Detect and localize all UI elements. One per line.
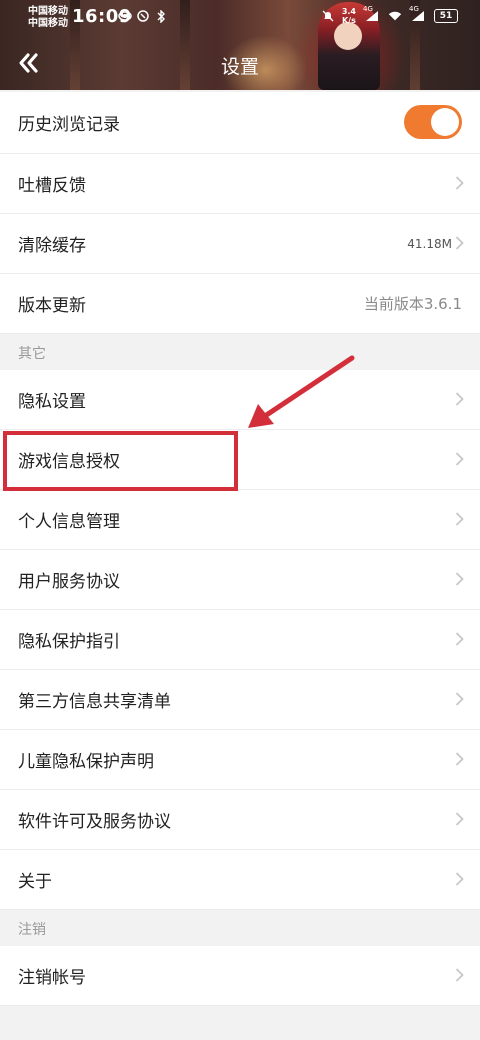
chevron-right-icon xyxy=(455,872,464,886)
net-speed-unit: K/s xyxy=(341,16,356,25)
annotation-highlight-box xyxy=(3,431,238,491)
cache-size-value: 41.18M xyxy=(407,236,452,251)
section-title-logout: 注销 xyxy=(18,922,46,938)
setting-row-user-agreement[interactable]: 用户服务协议 xyxy=(0,550,480,610)
section-title-other: 其它 xyxy=(18,346,46,362)
setting-row-privacy-guide[interactable]: 隐私保护指引 xyxy=(0,610,480,670)
net-speed: 3.4 K/s xyxy=(342,7,356,25)
setting-label-history: 历史浏览记录 xyxy=(18,115,120,135)
setting-row-delete-account[interactable]: 注销帐号 xyxy=(0,946,480,1006)
chevron-right-icon xyxy=(455,512,464,526)
setting-label: 注销帐号 xyxy=(18,968,86,988)
net-speed-value: 3.4 xyxy=(341,7,356,16)
nav-bar: 设置 xyxy=(0,44,480,84)
net-label-2: 4G xyxy=(409,5,419,13)
wifi-icon xyxy=(388,9,402,23)
eye-icon xyxy=(118,9,132,23)
setting-row-about[interactable]: 关于 xyxy=(0,850,480,910)
setting-label-feedback: 吐槽反馈 xyxy=(18,176,86,196)
setting-label: 软件许可及服务协议 xyxy=(18,812,171,832)
setting-label: 第三方信息共享清单 xyxy=(18,692,171,712)
annotation-arrow-icon xyxy=(248,355,355,428)
setting-label: 关于 xyxy=(18,872,52,892)
bluetooth-icon xyxy=(154,9,168,23)
setting-label: 隐私保护指引 xyxy=(18,632,120,652)
chevron-right-icon xyxy=(455,572,464,586)
chevron-right-icon xyxy=(455,176,464,190)
setting-label: 用户服务协议 xyxy=(18,572,120,592)
battery-indicator: 51 xyxy=(434,9,458,23)
setting-label: 隐私设置 xyxy=(18,392,86,412)
setting-row-history: 历史浏览记录 xyxy=(0,92,480,154)
notification-icons xyxy=(118,9,168,23)
do-not-disturb-icon xyxy=(136,9,150,23)
chevron-right-icon xyxy=(455,812,464,826)
signal-4g-icon: 4G xyxy=(363,5,381,23)
setting-row-personal-info[interactable]: 个人信息管理 xyxy=(0,490,480,550)
version-value: 当前版本3.6.1 xyxy=(363,295,462,313)
mute-icon xyxy=(321,9,335,23)
system-icons: 3.4 K/s 4G 4G 51 xyxy=(321,5,458,25)
setting-label-cache: 清除缓存 xyxy=(18,236,86,256)
history-toggle[interactable] xyxy=(404,105,462,139)
toggle-knob xyxy=(431,108,459,136)
header-banner: 中国移动 中国移动 16:09 3.4 K/s 4G 4G 51 设置 xyxy=(0,0,480,90)
setting-row-software-license[interactable]: 软件许可及服务协议 xyxy=(0,790,480,850)
status-bar: 中国移动 中国移动 16:09 3.4 K/s 4G 4G 51 xyxy=(0,0,480,36)
bottom-background xyxy=(0,1006,480,1040)
section-header-logout: 注销 xyxy=(0,910,480,946)
setting-row-feedback[interactable]: 吐槽反馈 xyxy=(0,154,480,214)
chevron-right-icon xyxy=(455,392,464,406)
chevron-right-icon xyxy=(455,968,464,982)
carrier-info: 中国移动 中国移动 xyxy=(28,6,68,30)
signal-4g-icon-2: 4G xyxy=(409,5,427,23)
settings-list: 历史浏览记录 吐槽反馈 清除缓存 41.18M 版本更新 当前版本3.6.1 其… xyxy=(0,92,480,1006)
setting-label: 个人信息管理 xyxy=(18,512,120,532)
chevron-right-icon xyxy=(455,452,464,466)
setting-row-third-party-sharing[interactable]: 第三方信息共享清单 xyxy=(0,670,480,730)
chevron-right-icon xyxy=(455,752,464,766)
page-title: 设置 xyxy=(220,56,259,78)
setting-row-children-privacy[interactable]: 儿童隐私保护声明 xyxy=(0,730,480,790)
carrier-line-2: 中国移动 xyxy=(28,18,68,29)
setting-row-update[interactable]: 版本更新 当前版本3.6.1 xyxy=(0,274,480,334)
setting-row-cache[interactable]: 清除缓存 41.18M xyxy=(0,214,480,274)
chevron-right-icon xyxy=(455,632,464,646)
net-label-1: 4G xyxy=(363,5,373,13)
setting-label-update: 版本更新 xyxy=(18,296,86,316)
setting-label: 儿童隐私保护声明 xyxy=(18,752,154,772)
chevron-right-icon xyxy=(455,692,464,706)
chevron-right-icon xyxy=(455,236,464,250)
carrier-line-1: 中国移动 xyxy=(28,6,68,17)
